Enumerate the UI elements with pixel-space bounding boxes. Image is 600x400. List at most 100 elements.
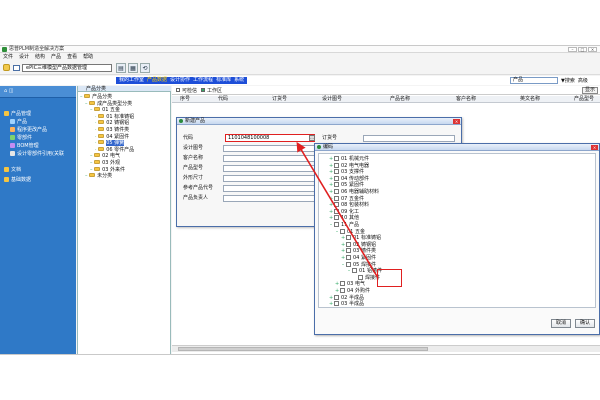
owner-input[interactable]: [223, 195, 315, 202]
tree-node[interactable]: · 05 弹簧: [80, 140, 134, 147]
dialog-close-button[interactable]: ×: [453, 119, 460, 124]
nav-documents[interactable]: 文档: [4, 167, 21, 174]
order-number-input[interactable]: [363, 135, 455, 142]
nav-product[interactable]: 产品: [10, 119, 27, 126]
code-tree-node[interactable]: +03 铸件类: [341, 248, 376, 254]
close-button[interactable]: ×: [588, 47, 597, 52]
code-expander-icon[interactable]: +: [341, 242, 345, 248]
link-workflow[interactable]: 工作流程: [193, 77, 213, 84]
menu-product[interactable]: 产品: [51, 53, 61, 61]
code-expander-icon[interactable]: +: [329, 215, 333, 221]
list-view-button[interactable]: ▤: [116, 63, 126, 73]
grid-view-button[interactable]: ▦: [128, 63, 138, 73]
col-product-model[interactable]: 产品型号: [574, 96, 594, 103]
design-number-input[interactable]: [223, 145, 315, 152]
nav-bom[interactable]: BOM管理: [10, 143, 39, 150]
dimension-input[interactable]: [223, 175, 315, 182]
code-expander-icon[interactable]: +: [329, 169, 333, 175]
home-icon[interactable]: [3, 64, 10, 71]
advanced-search-link[interactable]: 高级: [578, 78, 588, 84]
nav-parts[interactable]: 零部件: [10, 135, 32, 142]
code-expander-icon[interactable]: +: [329, 301, 333, 307]
code-expander-icon[interactable]: +: [335, 281, 339, 287]
code-tree-node[interactable]: +02 铸钢铝: [341, 241, 376, 248]
code-tree-node[interactable]: +01 标准铸铝: [341, 235, 381, 241]
nav-design-refs[interactable]: 设计零部件引用(关联: [10, 151, 64, 158]
col-customer-name[interactable]: 客户名称: [456, 96, 476, 103]
tree-node[interactable]: – 01 五金: [80, 107, 134, 114]
code-tree-node[interactable]: +08 包装材料: [329, 202, 369, 208]
module-combo[interactable]: ePIC三维模型产品数据管理: [22, 64, 112, 72]
code-expander-icon[interactable]: +: [329, 182, 333, 188]
tree-node[interactable]: – 产品分类: [80, 94, 134, 101]
code-expander-icon[interactable]: +: [329, 176, 333, 182]
code-tree-node[interactable]: – 11 产品: [329, 222, 359, 228]
product-model-input[interactable]: [223, 165, 315, 172]
code-expander-icon[interactable]: +: [329, 209, 333, 215]
menu-design[interactable]: 设计: [19, 53, 29, 61]
link-my-workspace[interactable]: 我的工作室: [119, 77, 144, 84]
search-button[interactable]: ▼搜索: [561, 78, 575, 84]
nav-header-icons[interactable]: ⌂ ◫: [4, 88, 14, 95]
nav-program-change[interactable]: 程序更改产品: [10, 127, 47, 134]
col-english-name[interactable]: 英文名称: [520, 96, 540, 103]
code-tree-node[interactable]: – 05 焊接件: [341, 261, 376, 268]
confirm-button[interactable]: 确认: [575, 319, 595, 328]
code-tree-node[interactable]: – 01 五金: [335, 228, 365, 235]
nav-product-management[interactable]: 产品管理: [4, 111, 31, 118]
code-tree-node[interactable]: +02 电气电器: [329, 162, 369, 169]
menu-help[interactable]: 帮助: [83, 53, 93, 61]
code-expander-icon[interactable]: +: [329, 189, 333, 195]
tree-node[interactable]: · 03 铸件类: [80, 126, 134, 134]
code-tree-node[interactable]: +03 电气: [335, 281, 365, 287]
code-tree-node[interactable]: +03 半成品: [329, 301, 364, 307]
refresh-button[interactable]: ⟲: [140, 63, 150, 73]
scrollbar-thumb[interactable]: [178, 347, 428, 351]
link-standard-lib[interactable]: 标准库: [216, 77, 231, 84]
code-tree-node[interactable]: +04 传动部件: [329, 175, 369, 182]
minimize-button[interactable]: –: [568, 47, 577, 52]
horizontal-scrollbar[interactable]: [172, 345, 600, 352]
tree-node[interactable]: · 02 铸钢铝: [80, 120, 134, 127]
code-tree-node[interactable]: 焊接件: [353, 274, 380, 281]
code-expander-icon[interactable]: –: [341, 262, 345, 268]
code-tree-node[interactable]: +10 其他: [329, 215, 359, 221]
code-tree-node[interactable]: +05 紧固件: [329, 182, 364, 188]
code-expander-icon[interactable]: –: [335, 229, 339, 235]
checkable-checkbox[interactable]: [176, 88, 180, 92]
code-dialog-close-button[interactable]: ×: [591, 145, 598, 150]
display-button[interactable]: 显示: [581, 87, 598, 94]
menu-view[interactable]: 查看: [67, 53, 77, 61]
tree-node[interactable]: – 02 电气: [80, 153, 134, 160]
code-expander-icon[interactable]: +: [341, 255, 345, 261]
tree-node[interactable]: – 未分类: [80, 173, 134, 180]
menu-structure[interactable]: 结构: [35, 53, 45, 61]
cancel-button[interactable]: 取消: [551, 319, 571, 328]
code-tree-node[interactable]: +04 外购件: [335, 288, 370, 294]
code-tree-node[interactable]: +04 紧固件: [341, 255, 376, 261]
link-product-data[interactable]: 产品数据: [147, 77, 167, 84]
code-tree-node[interactable]: +02 半成品: [329, 294, 364, 301]
col-design-number[interactable]: 设计图号: [322, 96, 342, 103]
mail-icon[interactable]: [13, 65, 20, 71]
code-expander-icon[interactable]: –: [329, 222, 333, 228]
workspace-checkbox[interactable]: [201, 88, 206, 92]
maximize-button[interactable]: □: [578, 47, 587, 52]
code-input[interactable]: 1101048100008: [225, 134, 315, 142]
code-tree-node[interactable]: +07 五金件: [329, 195, 364, 202]
customer-name-input[interactable]: [223, 155, 315, 162]
col-order-number[interactable]: 订货号: [272, 96, 287, 103]
link-design-collab[interactable]: 设计协作: [170, 77, 190, 84]
code-expander-icon[interactable]: +: [341, 248, 345, 254]
code-expander-icon[interactable]: +: [341, 235, 345, 241]
code-expander-icon[interactable]: +: [329, 196, 333, 202]
code-tree-node[interactable]: +06 电器辅助材料: [329, 189, 379, 195]
code-expander-icon[interactable]: +: [335, 288, 339, 294]
code-expander-icon[interactable]: +: [329, 202, 333, 208]
link-system[interactable]: 系统: [234, 77, 244, 84]
code-expander-icon[interactable]: –: [347, 268, 351, 274]
col-index[interactable]: 序号: [180, 96, 190, 103]
nav-base-data[interactable]: 基础数据: [4, 177, 31, 184]
col-product-name[interactable]: 产品名称: [390, 96, 410, 103]
ref-product-input[interactable]: [223, 185, 315, 192]
